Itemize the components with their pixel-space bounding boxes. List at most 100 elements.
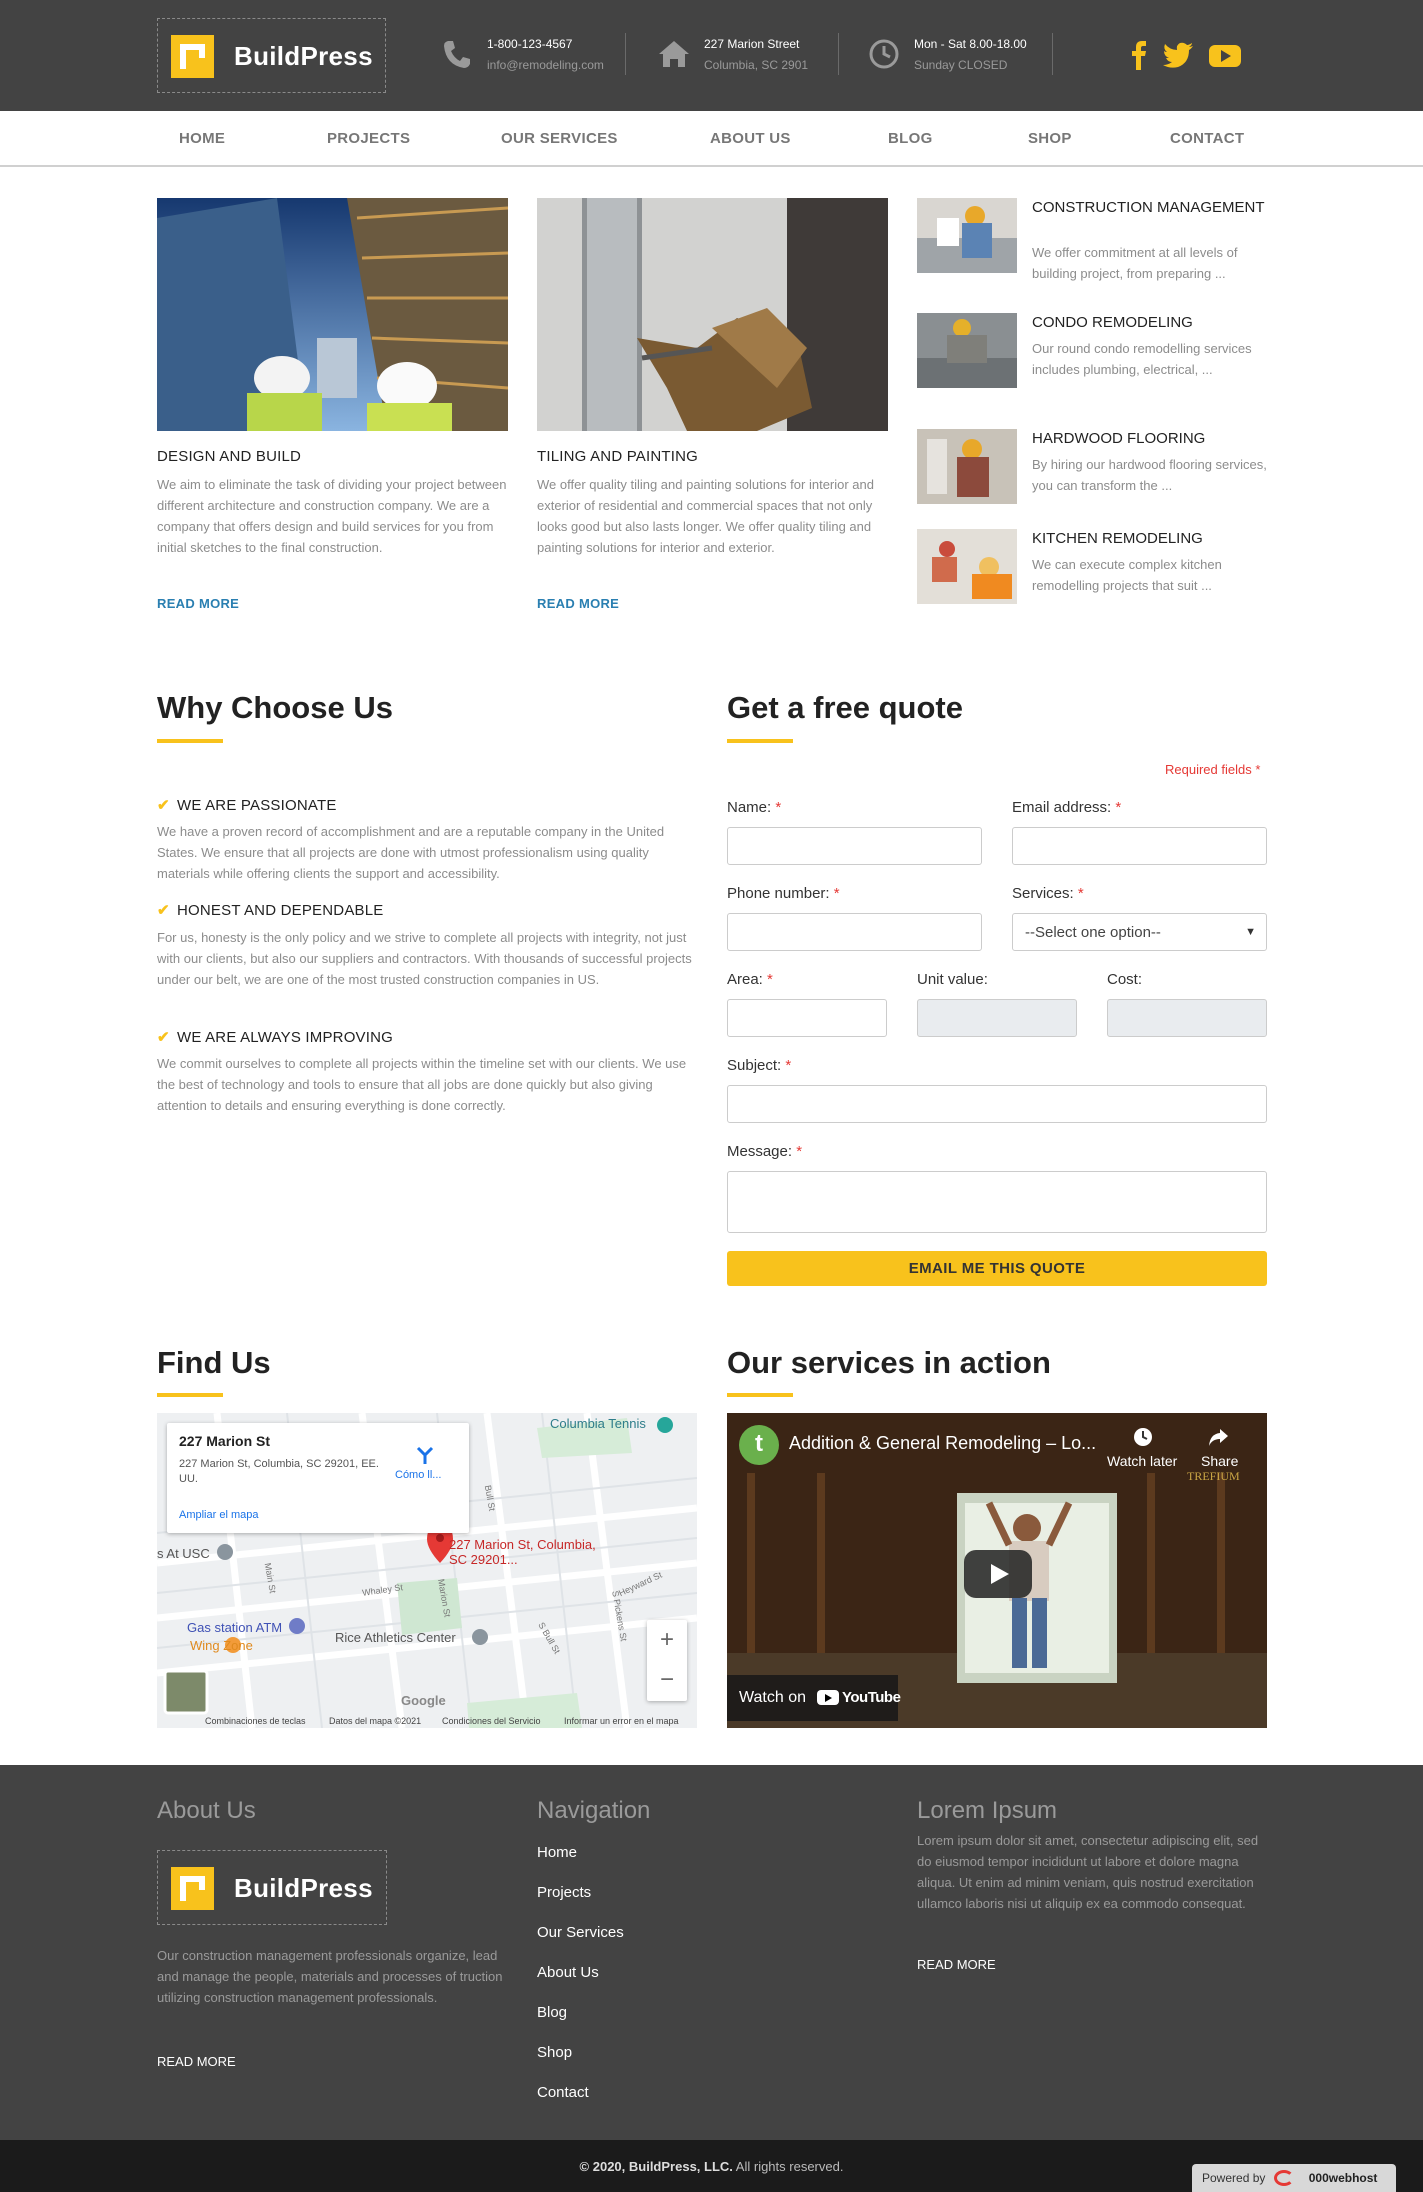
- zoom-in-button[interactable]: +: [647, 1620, 687, 1660]
- share-button[interactable]: Share: [1201, 1453, 1238, 1469]
- street-address: 227 Marion Street: [704, 37, 800, 51]
- closed-days: Sunday CLOSED: [914, 58, 1008, 72]
- nav-shop[interactable]: SHOP: [1028, 130, 1072, 147]
- nav-contact[interactable]: CONTACT: [1170, 130, 1244, 147]
- map-zoom-controls: + −: [647, 1620, 687, 1701]
- twitter-icon[interactable]: [1160, 38, 1196, 72]
- map-place-label: s At USC: [157, 1546, 210, 1561]
- tiling-painting-image[interactable]: [537, 198, 888, 431]
- message-textarea[interactable]: [727, 1171, 1267, 1233]
- google-logo: Google: [401, 1693, 446, 1708]
- footer-lorem-heading: Lorem Ipsum: [917, 1797, 1058, 1824]
- why-item-text: We commit ourselves to complete all proj…: [157, 1056, 687, 1113]
- map-place-title: 227 Marion St: [179, 1433, 271, 1449]
- design-build-image[interactable]: [157, 198, 508, 431]
- why-item-title: ✔ WE ARE PASSIONATE: [157, 797, 337, 814]
- logo-text: BuildPress: [234, 41, 373, 71]
- email-input[interactable]: [1012, 827, 1267, 865]
- footer-logo[interactable]: BuildPress: [157, 1850, 387, 1925]
- service-title: CONSTRUCTION MANAGEMENT: [1032, 199, 1265, 216]
- footer-read-more-link[interactable]: READ MORE: [917, 1957, 996, 1972]
- email-address[interactable]: info@remodeling.com: [487, 58, 604, 72]
- subject-label: Subject: *: [727, 1057, 792, 1074]
- check-icon: ✔: [157, 797, 170, 814]
- map-data-label: Datos del mapa ©2021: [329, 1716, 422, 1726]
- phone-icon: [444, 41, 470, 68]
- phone-number[interactable]: 1-800-123-4567: [487, 37, 572, 51]
- play-button[interactable]: [964, 1550, 1032, 1598]
- divider: [1052, 33, 1053, 75]
- divider: [625, 33, 626, 75]
- logo-mark-icon: [171, 35, 214, 78]
- watch-on-youtube-button[interactable]: Watch on YouTube: [727, 1675, 901, 1721]
- read-more-link[interactable]: READ MORE: [157, 596, 239, 611]
- youtube-icon[interactable]: [1207, 38, 1243, 72]
- youtube-video-embed[interactable]: t Addition & General Remodeling – Lo... …: [727, 1413, 1267, 1728]
- channel-watermark: TREFIUM: [1187, 1469, 1240, 1483]
- enlarge-map-link[interactable]: Ampliar el mapa: [179, 1509, 258, 1521]
- nav-about-us[interactable]: ABOUT US: [710, 130, 791, 147]
- nav-projects[interactable]: PROJECTS: [327, 130, 410, 147]
- video-title[interactable]: Addition & General Remodeling – Lo...: [789, 1433, 1096, 1454]
- powered-by-badge[interactable]: Powered by 000webhost: [1192, 2164, 1396, 2192]
- terms-link[interactable]: Condiciones del Servicio: [442, 1716, 541, 1726]
- nav-home[interactable]: HOME: [179, 130, 225, 147]
- facebook-icon[interactable]: [1122, 38, 1158, 72]
- email-quote-button[interactable]: EMAIL ME THIS QUOTE: [727, 1251, 1267, 1286]
- why-choose-us-heading: Why Choose Us: [157, 690, 393, 725]
- copyright-bar: © 2020, BuildPress, LLC. All rights rese…: [0, 2140, 1423, 2192]
- read-more-link[interactable]: READ MORE: [537, 596, 619, 611]
- name-input[interactable]: [727, 827, 982, 865]
- service-thumbnail: [917, 313, 1017, 388]
- nav-blog[interactable]: BLOG: [888, 130, 933, 147]
- clock-icon: [869, 39, 899, 69]
- watch-later-button[interactable]: Watch later: [1107, 1453, 1177, 1469]
- map-pin-label: 227 Marion St, Columbia, SC 29201...: [449, 1537, 596, 1567]
- footer-link-shop[interactable]: Shop: [537, 2044, 572, 2061]
- footer-read-more-link[interactable]: READ MORE: [157, 2054, 236, 2069]
- footer-about-text: Our construction management professional…: [157, 1948, 503, 2005]
- footer-navigation-heading: Navigation: [537, 1797, 651, 1824]
- map-place-label: Wing Zone: [190, 1638, 253, 1653]
- check-icon: ✔: [157, 1029, 170, 1046]
- why-item-title: ✔ HONEST AND DEPENDABLE: [157, 902, 384, 919]
- directions-link[interactable]: Cómo ll...: [395, 1469, 441, 1481]
- why-item-title: ✔ WE ARE ALWAYS IMPROVING: [157, 1029, 394, 1046]
- map-place-label: Rice Athletics Center: [335, 1630, 456, 1645]
- directions-icon[interactable]: [415, 1445, 435, 1465]
- host-logo-icon: [1274, 2170, 1294, 2186]
- services-in-action-heading: Our services in action: [727, 1345, 1051, 1380]
- footer-link-our-services[interactable]: Our Services: [537, 1924, 624, 1941]
- report-error-link[interactable]: Informar un error en el mapa: [564, 1716, 679, 1726]
- zoom-out-button[interactable]: −: [647, 1660, 687, 1700]
- nav-our-services[interactable]: OUR SERVICES: [501, 130, 618, 147]
- map-place-address: 227 Marion St, Columbia, SC 29201, EE. U…: [179, 1458, 379, 1485]
- service-description: We can execute complex kitchen remodelli…: [1032, 557, 1222, 593]
- keyboard-shortcuts-link[interactable]: Combinaciones de teclas: [205, 1716, 306, 1726]
- service-thumbnail: [917, 529, 1017, 604]
- footer-link-projects[interactable]: Projects: [537, 1884, 591, 1901]
- share-icon: [1209, 1429, 1228, 1446]
- area-input[interactable]: [727, 999, 887, 1037]
- heading-underline: [727, 739, 793, 743]
- site-logo[interactable]: BuildPress: [157, 18, 386, 93]
- divider: [838, 33, 839, 75]
- heading-underline: [727, 1393, 793, 1397]
- channel-avatar[interactable]: t: [739, 1425, 779, 1465]
- footer-link-about-us[interactable]: About Us: [537, 1964, 599, 1981]
- top-header: BuildPress 1-800-123-4567 info@remodelin…: [0, 0, 1423, 111]
- services-select[interactable]: --Select one option-- ▼: [1012, 913, 1267, 951]
- map-footer: Combinaciones de teclas Datos del mapa ©…: [157, 1715, 697, 1728]
- subject-input[interactable]: [727, 1085, 1267, 1123]
- why-item-text: For us, honesty is the only policy and w…: [157, 930, 692, 987]
- footer-link-blog[interactable]: Blog: [537, 2004, 567, 2021]
- map-embed[interactable]: 227 Marion St 227 Marion St, Columbia, S…: [157, 1413, 697, 1728]
- service-description: By hiring our hardwood flooring services…: [1032, 457, 1267, 493]
- footer-link-home[interactable]: Home: [537, 1844, 577, 1861]
- check-icon: ✔: [157, 902, 170, 919]
- footer-link-contact[interactable]: Contact: [537, 2084, 589, 2101]
- service-thumbnail: [917, 429, 1017, 504]
- phone-input[interactable]: [727, 913, 982, 951]
- area-label: Area: *: [727, 971, 773, 988]
- footer-lorem-text: Lorem ipsum dolor sit amet, consectetur …: [917, 1833, 1259, 1911]
